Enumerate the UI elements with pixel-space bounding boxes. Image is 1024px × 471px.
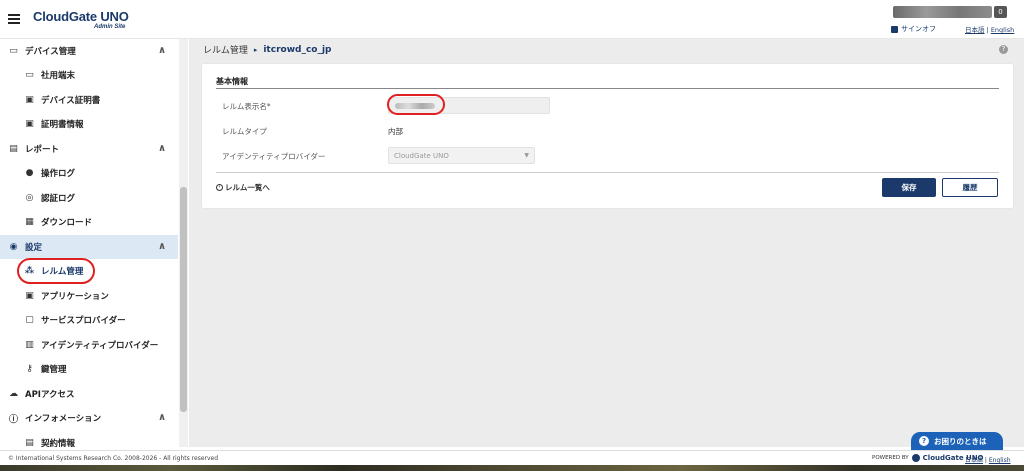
question-icon: ?	[919, 436, 929, 446]
sidebar-section-report[interactable]: ▤ レポート ∧	[0, 137, 178, 161]
key-icon: ⚷	[26, 364, 33, 374]
top-header: CloudGate UNO Admin Site 0 サインオフ 日本語 | E…	[0, 0, 1024, 39]
notification-count-badge[interactable]: 0	[994, 6, 1007, 18]
sidebar-item-label: サービスプロバイダー	[41, 316, 126, 326]
sidebar-section-api-access[interactable]: ☁ APIアクセス	[0, 382, 178, 406]
chevron-down-icon: ▼	[524, 152, 529, 159]
info-icon: ⓘ	[8, 414, 18, 425]
sidebar-item-contract-info[interactable]: ▤ 契約情報	[0, 431, 178, 447]
signout-label: サインオフ	[901, 25, 936, 33]
lang-en-link[interactable]: English	[991, 26, 1014, 34]
sidebar-item-label: デバイス証明書	[41, 96, 101, 106]
user-name-blurred[interactable]	[893, 6, 992, 18]
computer-icon: ▭	[25, 70, 34, 80]
highlight-oval	[17, 258, 95, 284]
signout-link[interactable]: サインオフ	[891, 24, 936, 34]
chevron-up-icon[interactable]: ∧	[158, 241, 166, 252]
link-icon: ▢	[25, 315, 34, 325]
sidebar-item-device-certificates[interactable]: ▣ デバイス証明書	[0, 88, 178, 112]
sidebar-item-label: 契約情報	[41, 439, 76, 447]
report-icon: ▤	[9, 144, 18, 154]
sidebar-item-certificate-info[interactable]: ▣ 証明書情報	[0, 112, 178, 136]
sidebar-item-operation-log[interactable]: ● 操作ログ	[0, 161, 178, 185]
sidebar-item-identity-providers[interactable]: ▥ アイデンティティプロバイダー	[0, 333, 178, 357]
help-icon[interactable]: ?	[999, 45, 1008, 54]
help-button[interactable]: ? お困りのときは	[911, 432, 1003, 450]
sidebar-item-label: レポート	[25, 145, 60, 155]
desktop-background-strip	[0, 465, 1024, 471]
identity-provider-label: アイデンティティプロバイダー	[222, 152, 326, 161]
sidebar-item-label: 社用端末	[41, 71, 76, 81]
sidebar-item-label: アイデンティティプロバイダー	[41, 341, 159, 351]
footer-lang-en[interactable]: English	[989, 457, 1011, 464]
footer-language-switcher: 日本語 | English	[965, 457, 1011, 464]
download-icon: ▦	[25, 217, 34, 227]
contract-icon: ▤	[25, 438, 34, 447]
sidebar-item-label: 操作ログ	[41, 169, 76, 179]
cloud-gear-icon: ☁	[9, 389, 18, 399]
device-icon: ▭	[9, 46, 18, 56]
identity-provider-select[interactable]: CloudGate UNO ▼	[388, 147, 535, 164]
menu-icon[interactable]	[8, 14, 20, 24]
application-icon: ▣	[25, 291, 34, 301]
certificate-info-icon: ▣	[25, 119, 34, 129]
chevron-up-icon[interactable]: ∧	[158, 412, 166, 423]
sidebar-item-applications[interactable]: ▣ アプリケーション	[0, 284, 178, 308]
realm-type-label: レルムタイプ	[222, 127, 267, 136]
sidebar-section-device[interactable]: ▭ デバイス管理 ∧	[0, 39, 178, 63]
back-link-label: レルム一覧へ	[225, 183, 270, 192]
breadcrumb-current: itcrowd_co_jp	[263, 44, 332, 55]
save-button[interactable]: 保存	[882, 178, 936, 197]
sidebar-item-company-devices[interactable]: ▭ 社用端末	[0, 63, 178, 87]
settings-icon: ◉	[9, 242, 18, 252]
clock-icon: ●	[25, 168, 34, 178]
sidebar-item-label: 設定	[25, 243, 43, 253]
language-switcher: 日本語 | English	[965, 24, 1014, 34]
back-to-realm-list-link[interactable]: ‹ レルム一覧へ	[216, 182, 270, 193]
sidebar-item-label: インフォメーション	[25, 414, 102, 424]
chevron-left-icon: ‹	[216, 184, 223, 191]
sidebar-item-label: 認証ログ	[41, 194, 76, 204]
breadcrumb: レルム管理 ▸ itcrowd_co_jp	[203, 43, 332, 57]
sidebar-item-auth-log[interactable]: ◎ 認証ログ	[0, 186, 178, 210]
logo[interactable]: CloudGate UNO	[33, 9, 129, 24]
sidebar-item-label: ダウンロード	[41, 218, 93, 228]
copyright: © International Systems Research Co. 200…	[8, 455, 219, 462]
history-button[interactable]: 履歴	[942, 178, 998, 197]
lang-ja-link[interactable]: 日本語	[965, 26, 985, 34]
sidebar-item-label: 鍵管理	[41, 365, 67, 375]
help-button-label: お困りのときは	[934, 436, 987, 446]
logo-subtitle: Admin Site	[94, 24, 126, 30]
sidebar-scrollbar-thumb[interactable]	[180, 187, 187, 412]
chevron-up-icon[interactable]: ∧	[158, 143, 166, 154]
fingerprint-icon: ◎	[25, 193, 34, 203]
sidebar-item-download[interactable]: ▦ ダウンロード	[0, 210, 178, 234]
building-icon: ▥	[25, 340, 34, 350]
card-divider	[216, 172, 999, 173]
sidebar-item-key-management[interactable]: ⚷ 鍵管理	[0, 357, 178, 381]
signout-icon	[891, 25, 898, 33]
sidebar-item-label: APIアクセス	[25, 390, 75, 400]
realm-type-value: 内部	[388, 127, 403, 136]
breadcrumb-arrow-icon: ▸	[253, 45, 258, 54]
breadcrumb-parent[interactable]: レルム管理	[203, 43, 248, 56]
sidebar-section-information[interactable]: ⓘ インフォメーション ∧	[0, 406, 178, 430]
footer-lang-ja[interactable]: 日本語	[965, 457, 983, 464]
sidebar-item-service-providers[interactable]: ▢ サービスプロバイダー	[0, 308, 178, 332]
footer: © International Systems Research Co. 200…	[0, 450, 1024, 465]
cloudgate-logo-icon	[911, 454, 920, 462]
sidebar-section-settings[interactable]: ◉ 設定 ∧	[0, 235, 178, 259]
sidebar-item-label: アプリケーション	[41, 292, 109, 302]
sidebar-item-label: デバイス管理	[25, 47, 76, 57]
certificate-card-icon: ▣	[25, 95, 34, 105]
chevron-up-icon[interactable]: ∧	[158, 45, 166, 56]
card-title: 基本情報	[216, 77, 248, 86]
card-divider	[216, 88, 999, 89]
powered-by-label: POWERED BY	[872, 455, 909, 461]
identity-provider-selected: CloudGate UNO	[394, 152, 449, 160]
realm-display-name-label: レルム表示名*	[222, 102, 271, 111]
highlight-oval	[387, 94, 445, 115]
sidebar: ▭ デバイス管理 ∧ ▭ 社用端末 ▣ デバイス証明書 ▣ 証明書情報 ▤ レポ…	[0, 39, 188, 447]
sidebar-item-label: 証明書情報	[41, 120, 84, 130]
